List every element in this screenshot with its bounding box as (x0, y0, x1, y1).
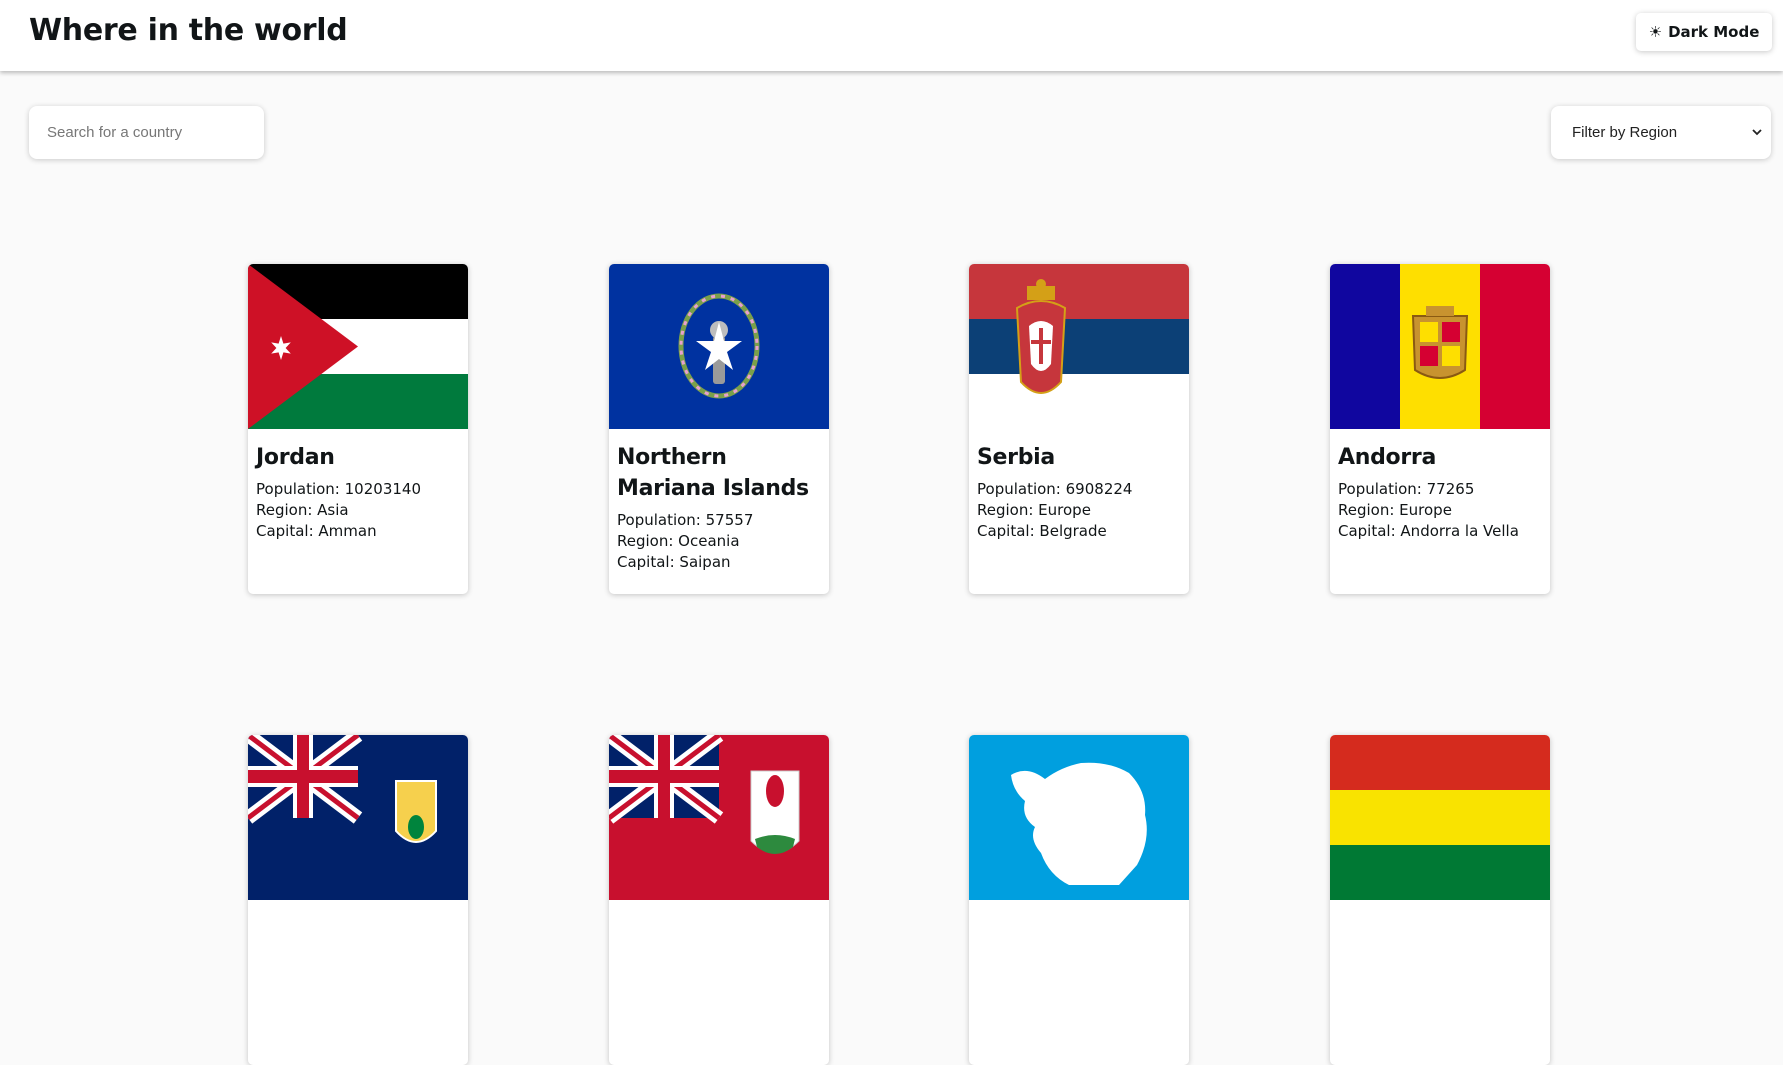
flag-bermuda-icon (609, 735, 829, 900)
flag-northern-mariana-islands-icon (609, 264, 829, 429)
region-filter-select[interactable]: Filter by Region (1551, 106, 1771, 159)
country-card-serbia[interactable]: Serbia Population: 6908224 Region: Europ… (969, 264, 1189, 594)
flag-turks-and-caicos-icon (248, 735, 468, 900)
country-name: Jordan (256, 445, 335, 470)
search-input[interactable] (29, 106, 264, 159)
country-name: Andorra (1338, 445, 1436, 470)
region-line: Region: Oceania (617, 532, 740, 550)
country-name: Serbia (977, 445, 1055, 470)
country-card-bermuda[interactable] (609, 735, 829, 1065)
capital-line: Capital: Belgrade (977, 522, 1107, 540)
population-line: Population: 10203140 (256, 480, 421, 498)
population-line: Population: 6908224 (977, 480, 1133, 498)
flag-serbia-icon (969, 264, 1189, 429)
region-filter-value: Filter by Region (1572, 124, 1678, 141)
country-card-turks-and-caicos[interactable] (248, 735, 468, 1065)
population-line: Population: 57557 (617, 511, 754, 529)
region-line: Region: Europe (977, 501, 1091, 519)
population-line: Population: 77265 (1338, 480, 1475, 498)
country-name: Northern Mariana Islands (617, 445, 809, 501)
capital-line: Capital: Andorra la Vella (1338, 522, 1519, 540)
sun-icon: ☀ (1648, 22, 1663, 41)
region-line: Region: Europe (1338, 501, 1452, 519)
capital-line: Capital: Saipan (617, 553, 731, 571)
app-title: Where in the world (29, 13, 348, 48)
country-card-jordan[interactable]: Jordan Population: 10203140 Region: Asia… (248, 264, 468, 594)
top-header: Where in the world ☀ Dark Mode (0, 0, 1783, 71)
country-card-northern-mariana-islands[interactable]: Northern Mariana Islands Population: 575… (609, 264, 829, 594)
country-card-andorra[interactable]: Andorra Population: 77265 Region: Europe… (1330, 264, 1550, 594)
country-card-antarctica[interactable] (969, 735, 1189, 1065)
flag-bolivia-icon (1330, 735, 1550, 900)
capital-line: Capital: Amman (256, 522, 377, 540)
flag-antarctica-icon (969, 735, 1189, 900)
flag-jordan-icon (248, 264, 468, 429)
dark-mode-button[interactable]: ☀ Dark Mode (1636, 13, 1772, 51)
region-line: Region: Asia (256, 501, 349, 519)
flag-andorra-icon (1330, 264, 1550, 429)
country-card-bolivia[interactable] (1330, 735, 1550, 1065)
search-box (29, 106, 264, 159)
chevron-down-icon (1743, 129, 1771, 136)
dark-mode-label: Dark Mode (1668, 23, 1760, 41)
